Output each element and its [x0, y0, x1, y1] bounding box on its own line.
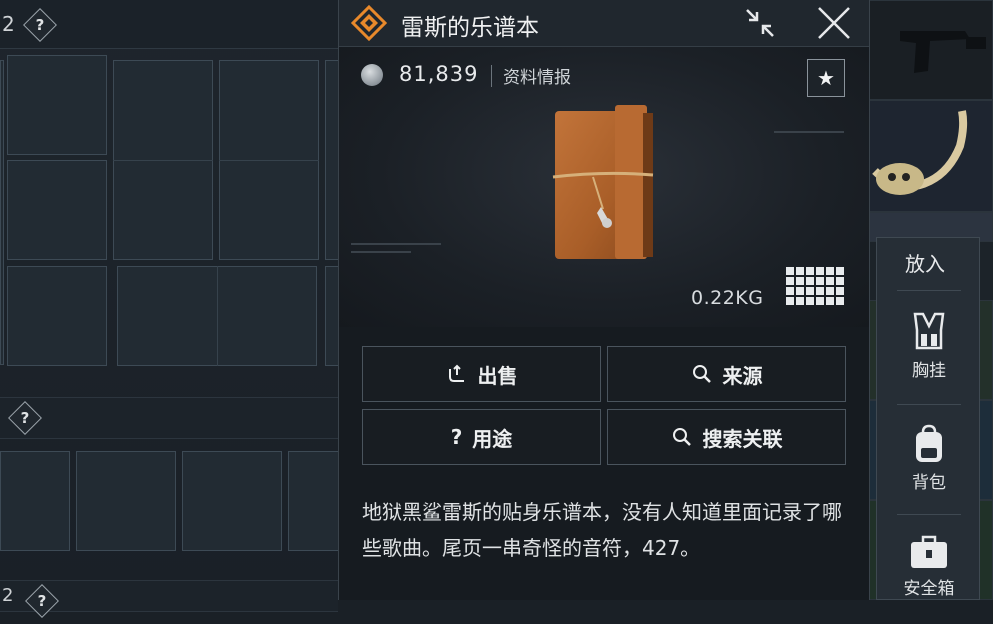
horned-helmet-icon: [872, 110, 968, 195]
panel-header: 雷斯的乐谱本: [339, 0, 869, 47]
divider: [897, 404, 961, 405]
slot-count: 2: [2, 12, 15, 36]
star-icon: ★: [817, 66, 835, 90]
divider: [491, 65, 492, 87]
item-description: 地狱黑鲨雷斯的贴身乐谱本，没有人知道里面记录了哪些歌曲。尾页一串奇怪的音符，42…: [362, 500, 842, 560]
equipment-slot-weapon[interactable]: [869, 0, 993, 100]
background-decoration: [351, 243, 441, 245]
item-weight: 0.22KG: [691, 287, 764, 309]
info-link[interactable]: 资料情报: [503, 63, 571, 88]
menu-item-backpack[interactable]: 背包: [877, 424, 981, 514]
inventory-slot-edge: [0, 60, 4, 365]
source-button[interactable]: 来源: [607, 346, 846, 402]
slot-divider: [113, 160, 213, 161]
inventory-slot[interactable]: [0, 451, 70, 551]
help-icon[interactable]: ?: [25, 584, 59, 618]
chest-rig-icon: [913, 312, 945, 350]
background-decoration: [774, 131, 844, 133]
item-price: 81,839: [399, 62, 479, 86]
background-decoration: [351, 251, 411, 253]
usage-button[interactable]: ? 用途: [362, 409, 601, 465]
slot-divider: [219, 160, 319, 161]
pistol-icon: [900, 31, 986, 73]
equipment-slot-helmet[interactable]: [869, 100, 993, 212]
backpack-icon: [916, 424, 942, 462]
inventory-slot[interactable]: [182, 451, 282, 551]
favorite-button[interactable]: ★: [807, 59, 845, 97]
item-preview: 81,839 资料情报 ★ 0.22KG: [339, 47, 869, 327]
item-detail-panel: 雷斯的乐谱本 81,839 资料情报 ★ 0.22KG 出售 来源 ? 用途 搜…: [338, 0, 870, 600]
item-size-grid: [786, 267, 846, 307]
item-title: 雷斯的乐谱本: [401, 15, 539, 41]
inventory-slot[interactable]: [7, 160, 107, 260]
coin-icon: [361, 64, 383, 86]
sell-button[interactable]: 出售: [362, 346, 601, 402]
slot-divider: [217, 266, 218, 366]
inventory-container: 2 ? ? 2 ?: [0, 0, 348, 618]
collapse-icon[interactable]: [741, 4, 779, 42]
question-icon: ?: [450, 425, 463, 449]
inventory-header: 2 ?: [0, 0, 338, 49]
container-header: 2 ?: [0, 580, 338, 618]
menu-title: 放入: [905, 252, 945, 276]
help-icon[interactable]: ?: [23, 8, 57, 42]
menu-item-chest-rig[interactable]: 胸挂: [877, 312, 981, 402]
music-notebook-image: [552, 105, 654, 259]
slot-count: 2: [2, 585, 14, 606]
inventory-slot[interactable]: [76, 451, 176, 551]
safe-box-icon: [911, 535, 947, 568]
sell-icon: [448, 364, 464, 382]
inventory-slot[interactable]: [7, 55, 107, 155]
menu-item-safe-box[interactable]: 安全箱: [877, 534, 981, 624]
search-icon: [672, 428, 691, 446]
divider: [897, 290, 961, 291]
divider: [897, 514, 961, 515]
close-icon[interactable]: [815, 4, 853, 42]
container-header: ?: [0, 397, 338, 439]
search-icon: [692, 365, 711, 383]
inventory-slot[interactable]: [7, 266, 107, 366]
help-icon[interactable]: ?: [8, 401, 42, 435]
game-logo-icon: [351, 5, 387, 41]
put-into-menu: 放入 胸挂 背包 安全箱: [876, 237, 980, 600]
search-related-button[interactable]: 搜索关联: [607, 409, 846, 465]
